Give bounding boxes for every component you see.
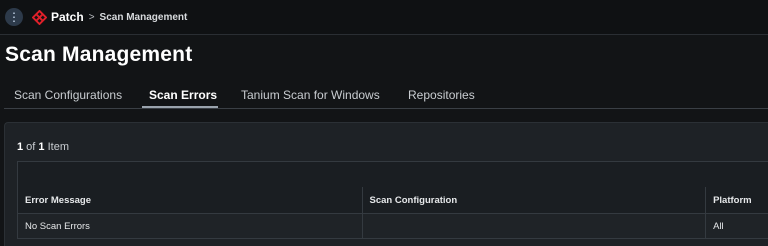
vertical-dots-icon[interactable]: ⋮ — [5, 8, 23, 26]
tab-tanium-scan-for-windows[interactable]: Tanium Scan for Windows — [241, 88, 380, 102]
cell-error-message: No Scan Errors — [18, 214, 363, 238]
table-toolbar — [17, 161, 768, 189]
table-row[interactable]: No Scan Errors All — [17, 214, 768, 239]
scan-errors-panel: 1 of 1 Item Error Message Scan Configura… — [4, 122, 768, 246]
top-bar: ⋮ Patch > Scan Management — [0, 0, 768, 35]
tab-scan-configurations[interactable]: Scan Configurations — [14, 88, 122, 102]
tab-divider — [4, 108, 768, 109]
breadcrumb-separator: > — [88, 11, 95, 23]
item-count: 1 of 1 Item — [17, 141, 69, 153]
scan-errors-table: Error Message Scan Configuration Platfor… — [17, 187, 768, 239]
breadcrumb-current: Scan Management — [99, 11, 188, 23]
item-count-suffix: Item — [44, 141, 69, 153]
table-header: Error Message Scan Configuration Platfor… — [17, 187, 768, 214]
column-header-error-message[interactable]: Error Message — [18, 187, 363, 213]
page-title: Scan Management — [5, 43, 193, 66]
item-count-of: of — [23, 141, 39, 153]
tab-repositories[interactable]: Repositories — [408, 88, 475, 102]
patch-logo-icon[interactable] — [32, 9, 47, 25]
cell-platform: All — [713, 220, 724, 232]
tab-bar: Scan Configurations Scan Errors Tanium S… — [0, 80, 768, 110]
cell-scan-configuration — [363, 214, 707, 238]
tab-scan-errors[interactable]: Scan Errors — [149, 88, 217, 102]
app-name-link[interactable]: Patch — [51, 10, 84, 24]
column-header-platform[interactable]: Platform — [706, 187, 768, 213]
column-header-scan-configuration[interactable]: Scan Configuration — [363, 187, 707, 213]
